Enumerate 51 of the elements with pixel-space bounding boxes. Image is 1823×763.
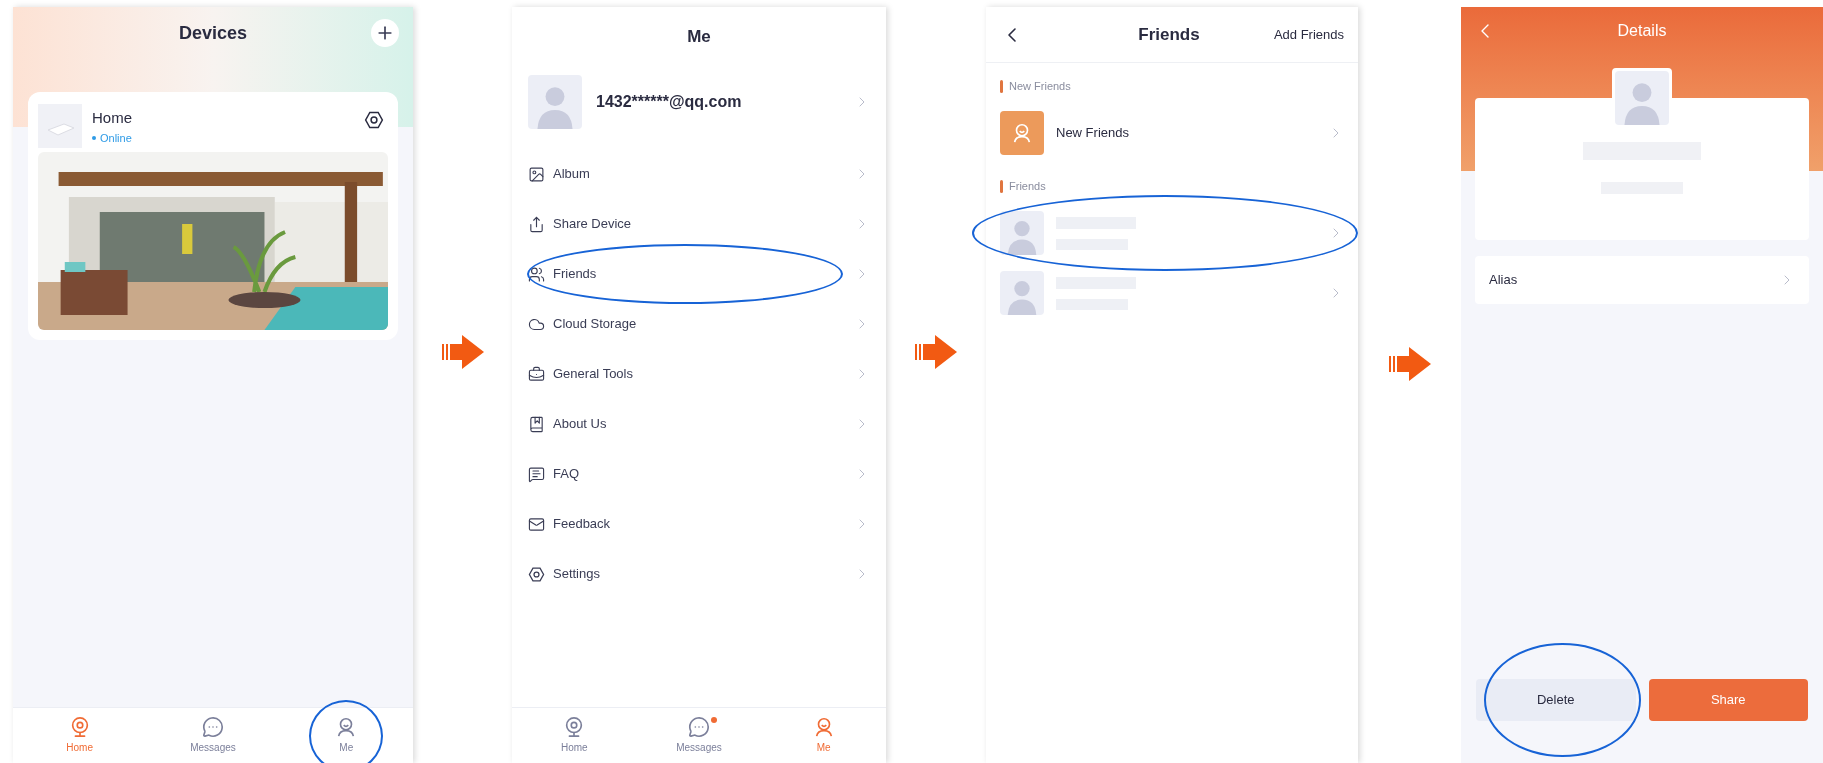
- menu-item[interactable]: Feedback: [512, 499, 886, 549]
- menu-item[interactable]: General Tools: [512, 349, 886, 399]
- menu-icon: [528, 365, 545, 383]
- screen-title: Me: [687, 26, 711, 49]
- screen-title: Details: [1616, 21, 1668, 41]
- tab[interactable]: Messages: [190, 716, 236, 755]
- screen-title: Friends: [1137, 23, 1201, 46]
- section-marker: [1000, 79, 1003, 93]
- device-thumbnail: [38, 104, 82, 148]
- menu-item[interactable]: Settings: [512, 549, 886, 599]
- settings-icon: [528, 565, 545, 583]
- section-title: Friends: [1009, 178, 1046, 194]
- menu-icon: [528, 215, 545, 233]
- avatar-icon: [1000, 271, 1044, 315]
- arrow-icon: [1388, 347, 1431, 381]
- device-status: Online: [100, 130, 132, 146]
- alias-row[interactable]: Alias: [1475, 256, 1809, 304]
- menu-item[interactable]: FAQ: [512, 449, 886, 499]
- arrow-icon: [915, 335, 957, 369]
- delete-button[interactable]: Delete: [1476, 679, 1636, 721]
- avatar-icon: [1615, 71, 1669, 125]
- account-email: 1432******@qq.com: [596, 92, 743, 112]
- menu-item[interactable]: Album: [512, 149, 886, 199]
- device-card[interactable]: Home Online: [28, 92, 398, 340]
- menu-icon: [528, 465, 545, 483]
- tab[interactable]: Messages: [676, 716, 722, 755]
- menu-item[interactable]: Share Device: [512, 199, 886, 249]
- avatar-icon: [1000, 211, 1044, 255]
- add-friends-button[interactable]: Add Friends: [1273, 24, 1344, 45]
- menu-icon: [528, 165, 545, 183]
- menu-item[interactable]: Cloud Storage: [512, 299, 886, 349]
- device-name: Home: [92, 108, 133, 128]
- settings-icon[interactable]: [364, 110, 384, 130]
- menu-icon: [528, 265, 545, 283]
- chat-icon: [202, 716, 224, 738]
- tab[interactable]: Home: [561, 716, 588, 755]
- screen-title: Devices: [178, 21, 248, 45]
- section-marker: [1000, 179, 1003, 193]
- menu-icon: [528, 515, 545, 533]
- section-title: New Friends: [1009, 78, 1071, 94]
- friend-row[interactable]: New Friends: [986, 103, 1358, 163]
- menu-item[interactable]: About Us: [512, 399, 886, 449]
- menu-icon: [528, 415, 545, 433]
- account-row[interactable]: 1432******@qq.com: [512, 67, 886, 137]
- chat-icon: [688, 716, 710, 738]
- arrow-icon: [441, 335, 484, 369]
- avatar-icon: [528, 75, 582, 129]
- tab[interactable]: Me: [335, 716, 358, 755]
- menu-item[interactable]: Friends: [512, 249, 886, 299]
- user-icon: [1011, 122, 1033, 144]
- add-button[interactable]: [371, 19, 399, 47]
